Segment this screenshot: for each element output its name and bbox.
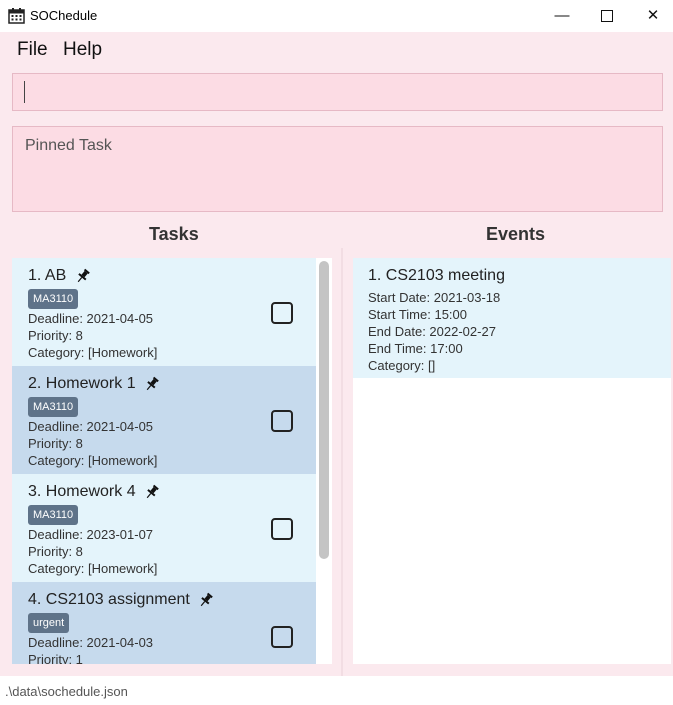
task-title: 1. AB	[28, 267, 67, 284]
menu-file[interactable]: File	[17, 39, 48, 61]
event-title: 1. CS2103 meeting	[368, 267, 505, 284]
pinned-task-box: Pinned Task	[12, 126, 663, 212]
event-category: Category: []	[368, 358, 436, 373]
task-deadline: Deadline: 2021-04-05	[28, 311, 154, 326]
task-done-checkbox[interactable]	[271, 518, 293, 540]
task-priority: Priority: 8	[28, 436, 83, 451]
task-title-wrap: 3. Homework 4	[28, 483, 160, 501]
pin-icon	[201, 592, 214, 606]
event-card[interactable]: 1. CS2103 meeting Start Date: 2021-03-18…	[353, 258, 671, 378]
task-category: Category: [Homework]	[28, 561, 158, 576]
task-title: 4. CS2103 assignment	[28, 591, 190, 608]
task-card[interactable]: 2. Homework 1 MA3110 Deadline: 2021-04-0…	[12, 366, 316, 474]
maximize-icon	[601, 10, 613, 23]
task-done-checkbox[interactable]	[271, 302, 293, 324]
tasks-header: Tasks	[149, 224, 199, 244]
close-button[interactable]: ✕	[630, 0, 673, 32]
task-title: 2. Homework 1	[28, 375, 136, 392]
task-title-wrap: 1. AB	[28, 267, 91, 285]
window-title: SOChedule	[30, 8, 98, 23]
event-start-time: Start Time: 15:00	[368, 307, 467, 322]
pin-icon	[146, 376, 159, 390]
task-title-wrap: 2. Homework 1	[28, 375, 160, 393]
command-input[interactable]	[27, 80, 651, 106]
task-deadline: Deadline: 2023-01-07	[28, 527, 154, 542]
event-list[interactable]: 1. CS2103 meeting Start Date: 2021-03-18…	[353, 258, 671, 664]
event-end-date: End Date: 2022-02-27	[368, 324, 496, 339]
task-title: 3. Homework 4	[28, 483, 136, 500]
text-caret	[24, 81, 25, 103]
minimize-icon: —	[554, 7, 570, 24]
task-deadline: Deadline: 2021-04-03	[28, 635, 154, 650]
task-priority: Priority: 8	[28, 544, 83, 559]
data-file-path: .\data\sochedule.json	[5, 684, 128, 699]
task-category: Category: [Homework]	[28, 345, 158, 360]
pinned-task-label: Pinned Task	[25, 137, 112, 154]
task-card[interactable]: 1. AB MA3110 Deadline: 2021-04-05 Priori…	[12, 258, 316, 366]
title-bar: SOChedule — ✕	[0, 0, 673, 32]
panel-divider	[341, 248, 343, 676]
close-icon: ✕	[646, 7, 660, 24]
task-tag: MA3110	[28, 505, 79, 525]
pin-icon	[146, 484, 159, 498]
task-deadline: Deadline: 2021-04-05	[28, 419, 154, 434]
status-bar: .\data\sochedule.json	[0, 676, 673, 705]
task-card[interactable]: 4. CS2103 assignment urgent Deadline: 20…	[12, 582, 316, 664]
task-list[interactable]: 1. AB MA3110 Deadline: 2021-04-05 Priori…	[12, 258, 332, 664]
menu-bar: File Help	[0, 32, 673, 66]
event-start-date: Start Date: 2021-03-18	[368, 290, 501, 305]
task-tag: urgent	[28, 613, 70, 633]
task-category: Category: [Homework]	[28, 453, 158, 468]
minimize-button[interactable]: —	[539, 0, 585, 32]
task-done-checkbox[interactable]	[271, 410, 293, 432]
task-priority: Priority: 8	[28, 328, 83, 343]
task-title-wrap: 4. CS2103 assignment	[28, 591, 214, 609]
task-card[interactable]: 3. Homework 4 MA3110 Deadline: 2023-01-0…	[12, 474, 316, 582]
events-header: Events	[486, 224, 546, 244]
task-tag: MA3110	[28, 289, 79, 309]
menu-help[interactable]: Help	[63, 39, 102, 61]
event-end-time: End Time: 17:00	[368, 341, 463, 356]
pin-icon	[77, 268, 90, 282]
task-priority: Priority: 1	[28, 652, 83, 664]
task-tag: MA3110	[28, 397, 79, 417]
calendar-icon	[8, 8, 25, 24]
task-done-checkbox[interactable]	[271, 626, 293, 648]
task-scrollbar-thumb[interactable]	[319, 261, 329, 559]
maximize-button[interactable]	[584, 0, 630, 32]
command-box[interactable]	[12, 73, 663, 111]
